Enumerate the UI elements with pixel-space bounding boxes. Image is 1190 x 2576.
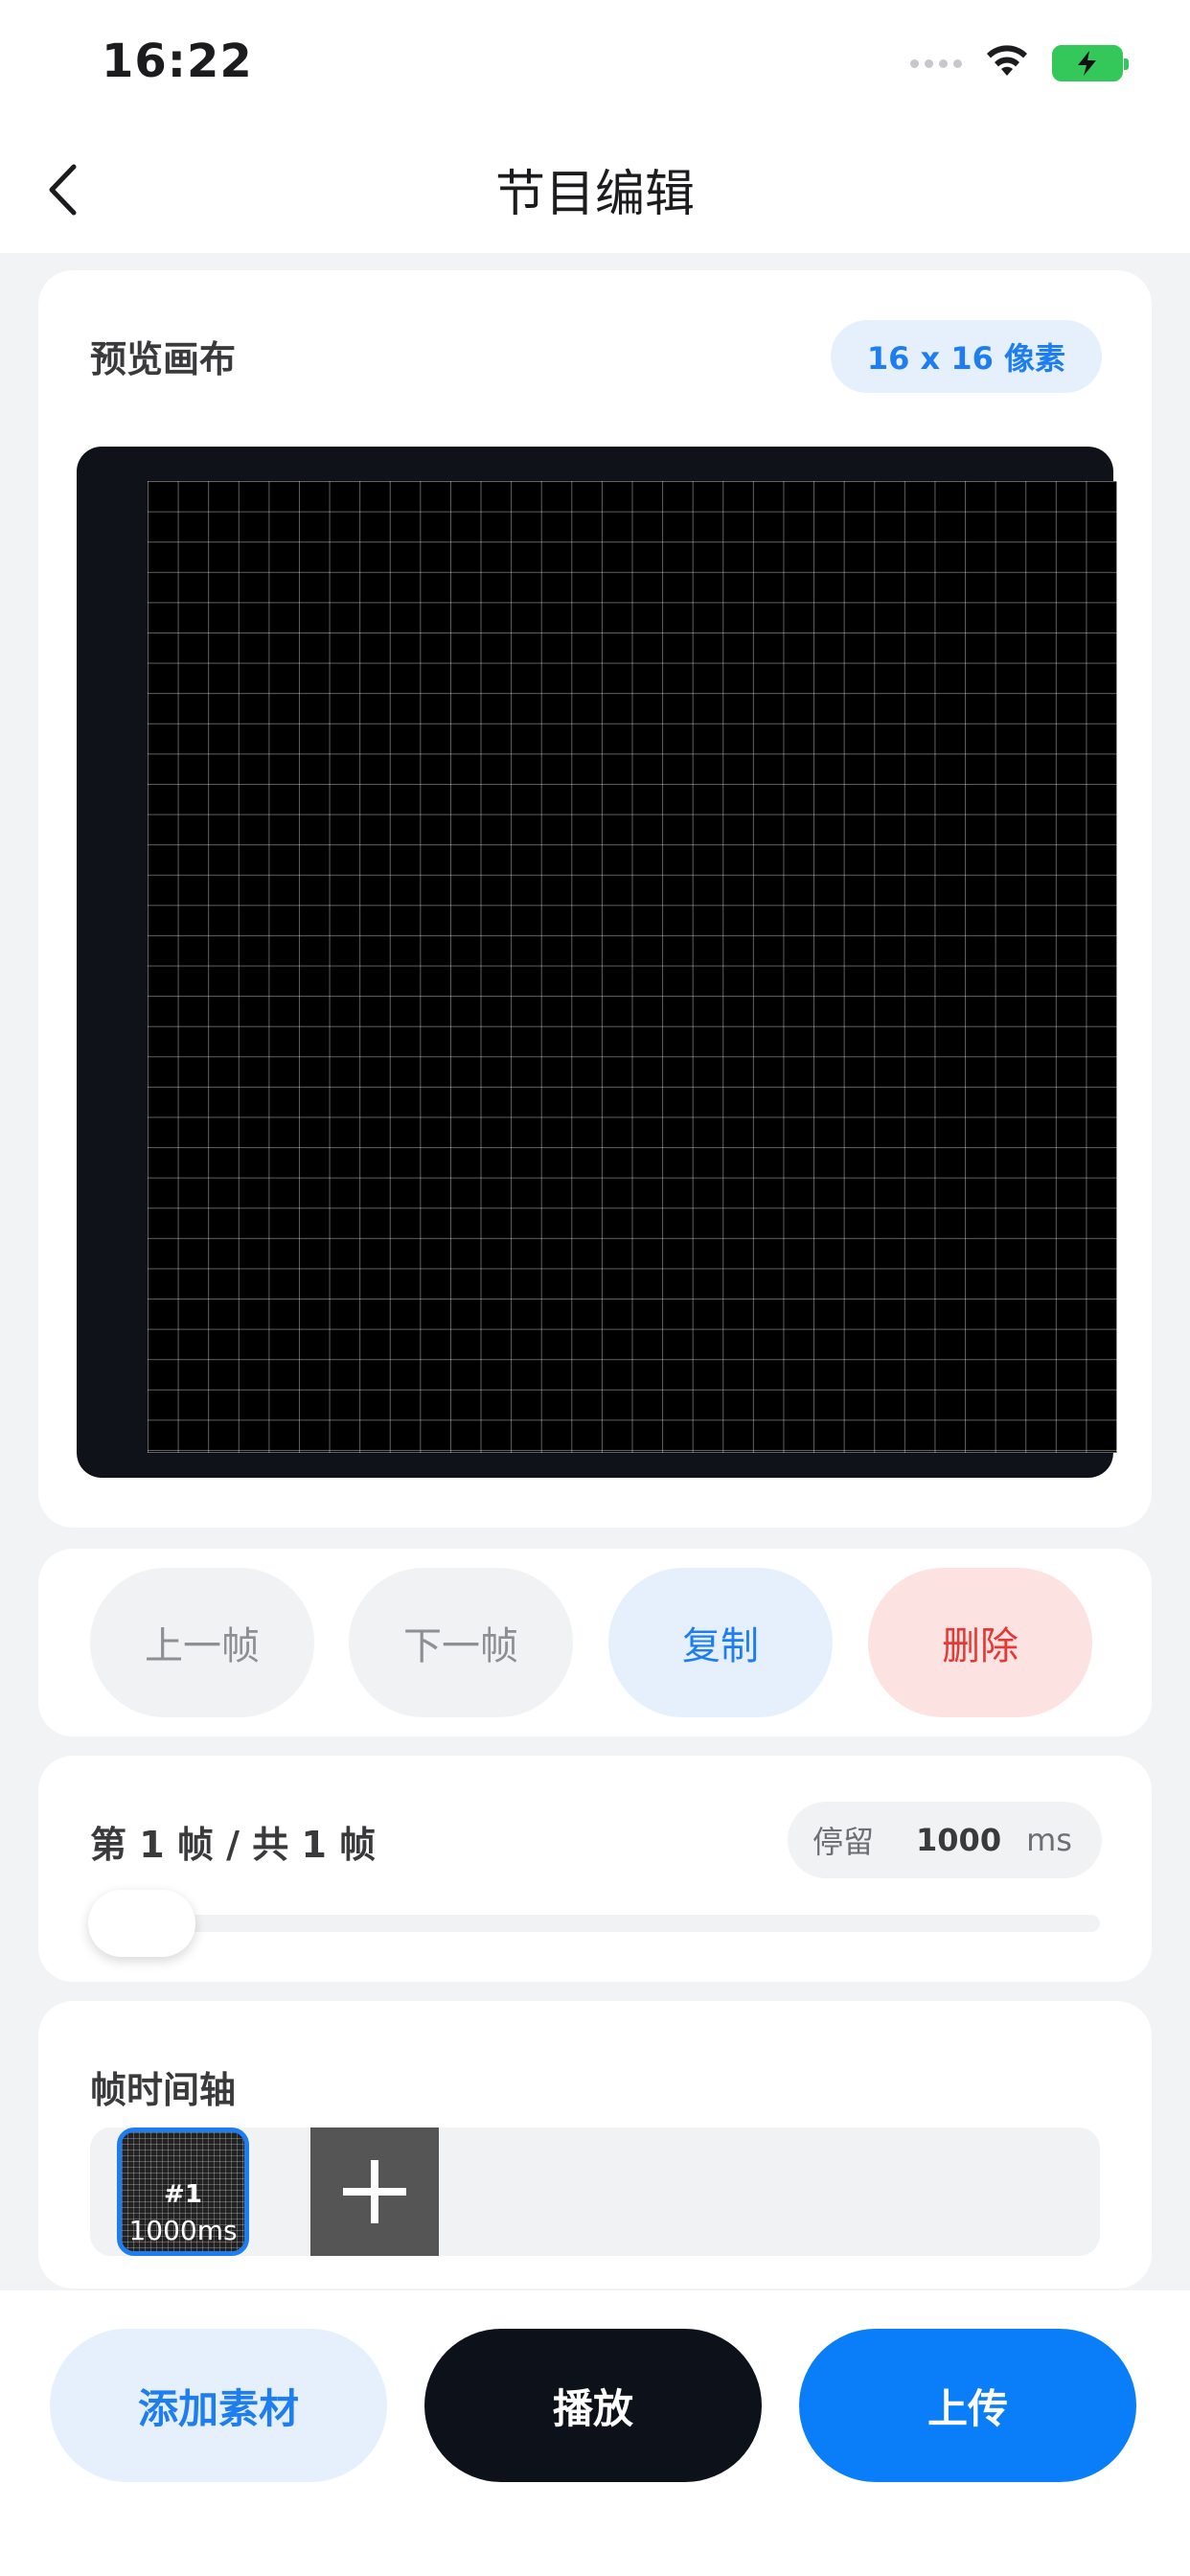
preview-canvas-frame: [77, 447, 1117, 1478]
dwell-unit: ms: [1026, 1822, 1072, 1858]
frame-slider-track[interactable]: [90, 1915, 1100, 1932]
top-bar: 16:22 节目编辑: [0, 0, 1190, 253]
status-icons: [910, 42, 1129, 84]
delete-frame-button[interactable]: 删除: [868, 1568, 1092, 1717]
frame-position-text: 第 1 帧 / 共 1 帧: [90, 1824, 377, 1866]
frame-thumbnail-index: #1: [164, 2180, 202, 2209]
battery-charging-icon: [1052, 45, 1129, 81]
copy-frame-button[interactable]: 复制: [608, 1568, 833, 1717]
wifi-icon: [983, 43, 1031, 83]
page-title: 节目编辑: [494, 166, 695, 223]
preview-card: 预览画布 16 x 16 像素: [38, 270, 1152, 1528]
dwell-label: 停留: [812, 1824, 875, 1860]
pixel-canvas-grid[interactable]: [148, 481, 1117, 1453]
dwell-value[interactable]: 1000: [916, 1822, 1001, 1858]
timeline-frame-thumbnail[interactable]: #1 1000ms: [117, 2128, 249, 2256]
frame-controls-card: 上一帧 下一帧 复制 删除: [38, 1549, 1152, 1736]
frame-slider-thumb[interactable]: [88, 1890, 195, 1957]
dwell-time-field[interactable]: 停留 1000 ms: [788, 1802, 1102, 1878]
timeline-title: 帧时间轴: [90, 2069, 237, 2111]
next-frame-button[interactable]: 下一帧: [349, 1568, 573, 1717]
signal-icon: [910, 58, 962, 68]
add-material-button[interactable]: 添加素材: [50, 2329, 387, 2482]
status-time: 16:22: [102, 34, 253, 88]
upload-button[interactable]: 上传: [799, 2329, 1136, 2482]
preview-title: 预览画布: [90, 338, 237, 380]
frame-info-card: 第 1 帧 / 共 1 帧 停留 1000 ms: [38, 1756, 1152, 1982]
plus-icon: [343, 2160, 406, 2223]
prev-frame-button[interactable]: 上一帧: [90, 1568, 314, 1717]
frame-thumbnail-duration: 1000ms: [128, 2215, 238, 2246]
timeline-card: 帧时间轴 #1 1000ms: [38, 2001, 1152, 2288]
bottom-action-bar: 添加素材 播放 上传: [0, 2290, 1190, 2576]
canvas-size-badge: 16 x 16 像素: [830, 320, 1102, 393]
play-button[interactable]: 播放: [424, 2329, 762, 2482]
add-frame-button[interactable]: [310, 2128, 439, 2256]
timeline-strip: #1 1000ms: [90, 2128, 1100, 2256]
